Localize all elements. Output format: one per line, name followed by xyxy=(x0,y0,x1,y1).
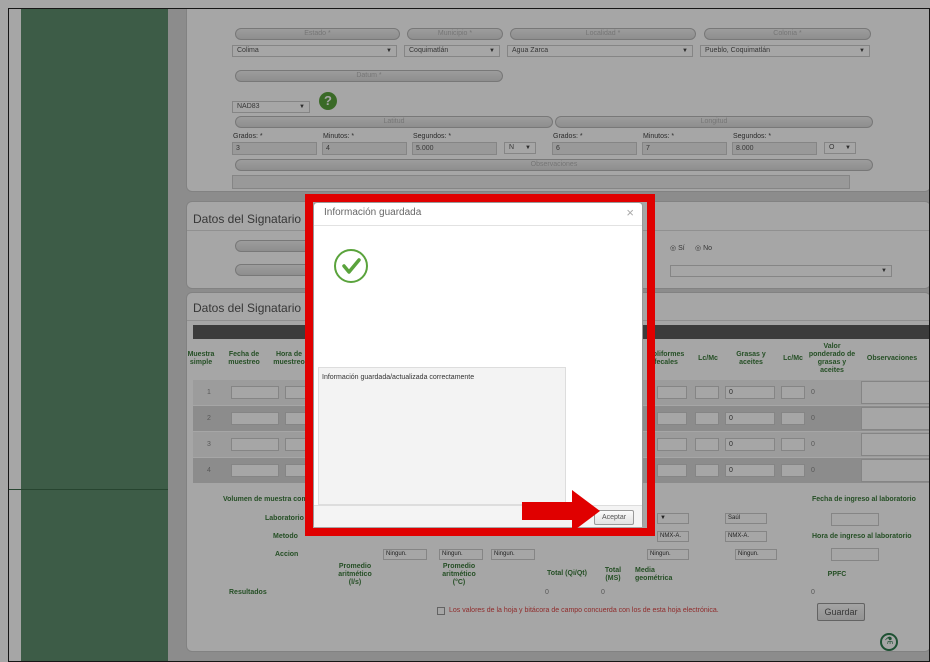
close-icon[interactable]: × xyxy=(626,205,634,220)
info-dialog: Información guardada × Información guard… xyxy=(313,202,643,527)
message-box: Información guardada/actualizada correct… xyxy=(318,367,566,505)
dialog-title: Información guardada xyxy=(324,207,422,218)
red-arrow-icon xyxy=(522,490,600,532)
checkmark-icon xyxy=(334,249,368,283)
dialog-message: Información guardada/actualizada correct… xyxy=(322,374,475,381)
